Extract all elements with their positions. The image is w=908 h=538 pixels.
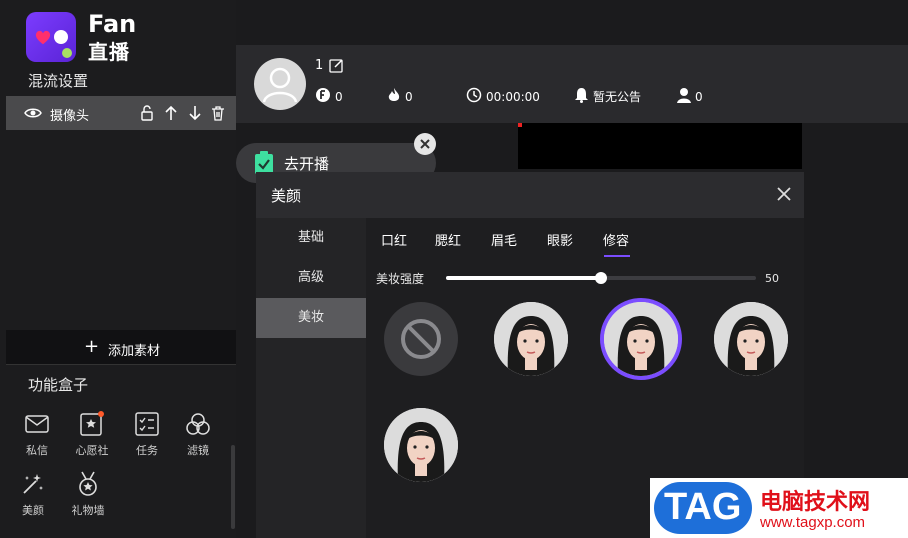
avatar[interactable] bbox=[254, 58, 306, 110]
tab-eyeshadow[interactable]: 眼影 bbox=[547, 230, 573, 249]
stat-announcement[interactable]: 暂无公告 bbox=[574, 87, 641, 106]
function-task[interactable]: 任务 bbox=[122, 410, 172, 458]
gift-medal-icon bbox=[63, 470, 113, 498]
function-gift-wall[interactable]: 礼物墙 bbox=[63, 470, 113, 518]
task-icon bbox=[122, 410, 172, 438]
tab-lipstick[interactable]: 口红 bbox=[381, 230, 407, 249]
tab-blush[interactable]: 腮红 bbox=[435, 230, 461, 249]
clock-icon bbox=[466, 87, 482, 106]
watermark-url: www.tagxp.com bbox=[760, 514, 866, 531]
arrow-down-icon[interactable] bbox=[188, 105, 202, 125]
makeup-option-3[interactable] bbox=[714, 302, 788, 376]
category-basic[interactable]: 基础 bbox=[256, 218, 366, 258]
makeup-option-2-selected[interactable] bbox=[604, 302, 678, 376]
edit-icon[interactable] bbox=[329, 58, 344, 77]
arrow-up-icon[interactable] bbox=[164, 105, 178, 125]
lock-icon[interactable] bbox=[140, 105, 154, 125]
app-name: Fan bbox=[88, 10, 137, 38]
watermark-site-name: 电脑技术网 bbox=[760, 490, 871, 515]
makeup-option-none[interactable] bbox=[384, 302, 458, 376]
fire-icon bbox=[387, 87, 401, 106]
stat-coins: 0 bbox=[315, 87, 343, 106]
beauty-wand-icon bbox=[8, 470, 58, 498]
plus-icon: + bbox=[84, 336, 100, 357]
strength-slider-handle[interactable] bbox=[595, 272, 607, 284]
user-icon bbox=[677, 87, 691, 106]
filter-icon bbox=[173, 410, 223, 438]
source-item-camera[interactable]: 摄像头 bbox=[6, 96, 236, 130]
ban-icon bbox=[401, 319, 441, 359]
wish-icon bbox=[67, 410, 117, 438]
function-box-title: 功能盒子 bbox=[28, 376, 89, 394]
function-wish-club[interactable]: 心愿社 bbox=[67, 410, 117, 458]
makeup-option-4[interactable] bbox=[384, 408, 458, 482]
stat-heat: 0 bbox=[387, 87, 413, 106]
watermark: TAG 电脑技术网 www.tagxp.com bbox=[650, 478, 908, 538]
category-makeup[interactable]: 美妆 bbox=[256, 298, 366, 338]
sidebar-scrollbar[interactable] bbox=[231, 445, 235, 529]
add-material-button[interactable]: + 添加素材 bbox=[6, 330, 236, 365]
function-filter[interactable]: 滤镜 bbox=[173, 410, 223, 458]
tab-contour[interactable]: 修容 bbox=[603, 230, 629, 249]
close-icon[interactable] bbox=[414, 133, 436, 155]
eye-icon[interactable] bbox=[24, 105, 42, 124]
mix-settings-title: 混流设置 bbox=[28, 72, 89, 90]
close-icon[interactable] bbox=[776, 186, 792, 206]
function-beauty[interactable]: 美颜 bbox=[8, 470, 58, 518]
live-header bbox=[236, 45, 908, 123]
source-label: 摄像头 bbox=[50, 109, 90, 124]
app-name-sub: 直播 bbox=[88, 40, 130, 64]
tab-eyebrow[interactable]: 眉毛 bbox=[491, 230, 517, 249]
watermark-tag-logo: TAG bbox=[654, 482, 752, 534]
coin-icon bbox=[315, 87, 331, 106]
app-logo bbox=[26, 12, 76, 62]
strength-slider-fill bbox=[446, 276, 601, 280]
beauty-panel-title: 美颜 bbox=[271, 187, 302, 205]
makeup-strength-label: 美妆强度 bbox=[376, 272, 425, 286]
category-advanced[interactable]: 高级 bbox=[256, 258, 366, 298]
strength-value: 50 bbox=[765, 272, 779, 285]
live-preview bbox=[518, 123, 802, 169]
stat-viewers: 0 bbox=[677, 87, 703, 106]
stat-live-duration: 00:00:00 bbox=[466, 87, 540, 106]
trash-icon[interactable] bbox=[210, 105, 226, 125]
add-material-label: 添加素材 bbox=[108, 344, 161, 359]
active-tab-indicator bbox=[604, 255, 630, 257]
makeup-option-1[interactable] bbox=[494, 302, 568, 376]
nickname: 1 bbox=[315, 58, 324, 73]
mail-icon bbox=[12, 410, 62, 438]
function-private-message[interactable]: 私信 bbox=[12, 410, 62, 458]
bell-icon bbox=[574, 87, 589, 106]
